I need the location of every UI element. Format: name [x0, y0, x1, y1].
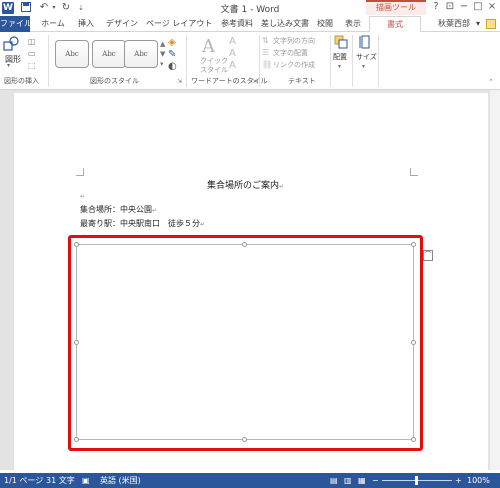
size-icon[interactable]: [359, 35, 371, 52]
quick-styles-icon[interactable]: A: [202, 36, 215, 57]
tab-insert[interactable]: 挿入: [74, 16, 98, 32]
drawing-tools-contextual-tab: 描画ツール: [366, 0, 426, 15]
shapes-dropdown-icon[interactable]: ▾: [7, 62, 10, 69]
highlight-outline: [68, 235, 423, 451]
group-separator: [186, 35, 187, 87]
collapse-ribbon-icon[interactable]: ⌃: [488, 76, 494, 88]
paragraph-mark: ↵: [80, 193, 86, 200]
vertical-scrollbar[interactable]: [490, 90, 500, 470]
group-separator: [330, 35, 331, 87]
tab-mailings[interactable]: 差し込み文書: [260, 16, 310, 32]
create-link-icon[interactable]: ⛓: [262, 59, 272, 71]
station-line[interactable]: 最寄り駅：中央駅南口 徒歩５分↵: [80, 218, 205, 229]
wordart-launcher-icon[interactable]: ⇲: [252, 76, 257, 88]
shape-style-preset-1[interactable]: Abc: [55, 40, 89, 68]
web-layout-icon[interactable]: ▦: [358, 473, 366, 488]
ribbon-tabs: ファイル ホーム 挿入 デザイン ページ レイアウト 参考資料 差し込み文書 校…: [0, 16, 500, 33]
shape-effects-icon[interactable]: ◐: [168, 61, 177, 73]
minimize-button[interactable]: −: [458, 1, 470, 13]
heading-text: 集合場所のご案内: [207, 181, 280, 191]
tab-review[interactable]: 校閲: [314, 16, 336, 32]
text-box-icon[interactable]: ▭: [28, 48, 36, 60]
tab-view[interactable]: 表示: [342, 16, 364, 32]
station-text: 最寄り駅：中央駅南口 徒歩５分: [80, 219, 200, 228]
title-bar: W ↶ ▾ ↻ ⇣ 文書 1 - Word 描画ツール ? ⊡ − □ ×: [0, 0, 500, 16]
paragraph-mark: ↵: [200, 221, 206, 228]
align-text-icon[interactable]: ☰: [262, 47, 269, 59]
text-effects-icon[interactable]: A: [229, 60, 236, 72]
zoom-slider-thumb[interactable]: [415, 476, 418, 485]
text-outline-icon[interactable]: A: [229, 48, 236, 60]
text-direction-icon[interactable]: ⇅: [262, 35, 269, 47]
ribbon-display-options-icon[interactable]: ⊡: [444, 1, 456, 13]
location-text: 集合場所：中央公園: [80, 205, 152, 214]
print-layout-icon[interactable]: ▥: [344, 473, 352, 488]
restore-button[interactable]: □: [472, 1, 484, 13]
page-count[interactable]: 1/1 ページ: [4, 473, 43, 488]
tab-references[interactable]: 参考資料: [218, 16, 256, 32]
word-count[interactable]: 31 文字: [46, 473, 75, 488]
zoom-level[interactable]: 100%: [467, 473, 490, 488]
create-link-button[interactable]: リンクの作成: [273, 60, 315, 70]
text-direction-button[interactable]: 文字列の方向: [273, 36, 315, 46]
group-label-insert-shapes: 図形の挿入: [4, 77, 39, 85]
read-mode-icon[interactable]: ▤: [330, 473, 338, 488]
shape-fill-icon[interactable]: ◈: [168, 37, 176, 49]
text-fill-icon[interactable]: A: [229, 36, 236, 48]
margin-corner-top-right: [410, 168, 418, 176]
close-button[interactable]: ×: [486, 1, 498, 13]
group-label-text: テキスト: [288, 77, 316, 85]
zoom-out-icon[interactable]: −: [372, 473, 379, 488]
size-label[interactable]: サイズ: [356, 52, 377, 62]
paragraph-mark: ↵: [152, 207, 158, 214]
arrange-icon[interactable]: [334, 35, 348, 52]
help-button[interactable]: ?: [430, 1, 442, 13]
tab-home[interactable]: ホーム: [38, 16, 68, 32]
edit-shape-icon[interactable]: ◫: [28, 36, 36, 48]
align-text-button[interactable]: 文字の配置: [273, 48, 308, 58]
draw-text-box-icon[interactable]: ⬚: [28, 60, 36, 72]
margin-corner-top-left: [76, 168, 84, 176]
shape-style-preset-3[interactable]: Abc: [124, 40, 158, 68]
shape-style-preset-2[interactable]: Abc: [92, 40, 126, 68]
arrange-dropdown-icon[interactable]: ▾: [338, 61, 341, 73]
tab-page-layout[interactable]: ページ レイアウト: [146, 16, 212, 32]
zoom-in-icon[interactable]: +: [455, 473, 462, 488]
paragraph-mark: ↵: [279, 183, 285, 190]
shapes-icon[interactable]: [3, 36, 19, 55]
language-indicator[interactable]: 英語 (米国): [100, 473, 141, 488]
group-separator: [259, 35, 260, 87]
group-label-shape-styles: 図形のスタイル: [90, 77, 139, 85]
group-separator: [378, 35, 379, 87]
account-dropdown-icon[interactable]: ▾: [476, 16, 480, 32]
empty-paragraph[interactable]: ↵: [80, 191, 85, 200]
status-bar: 1/1 ページ 31 文字 ▣ 英語 (米国) ▤ ▥ ▦ − + 100%: [0, 473, 500, 488]
quick-styles-label-2[interactable]: スタイル: [200, 65, 228, 75]
tab-design[interactable]: デザイン: [104, 16, 140, 32]
tab-format[interactable]: 書式: [369, 16, 421, 33]
more-styles-icon[interactable]: ▾: [160, 58, 164, 70]
user-account-name[interactable]: 秋葉西部: [438, 16, 470, 32]
shape-outline-icon[interactable]: ✎: [168, 49, 176, 61]
size-dropdown-icon[interactable]: ▾: [362, 61, 365, 73]
proofing-icon[interactable]: ▣: [82, 473, 90, 488]
group-separator: [48, 35, 49, 87]
layout-options-icon[interactable]: ⌒: [423, 250, 433, 261]
tab-file[interactable]: ファイル: [0, 16, 32, 32]
location-line[interactable]: 集合場所：中央公園↵: [80, 204, 157, 215]
shape-styles-launcher-icon[interactable]: ⇲: [177, 76, 182, 88]
document-heading[interactable]: 集合場所のご案内↵: [207, 178, 284, 191]
group-separator: [352, 35, 353, 87]
smiley-icon[interactable]: [486, 19, 496, 29]
ribbon: 図形 ▾ ◫ ▭ ⬚ 図形の挿入 Abc Abc Abc ▲ ▼ ▾ ◈ ✎ ◐…: [0, 32, 500, 90]
